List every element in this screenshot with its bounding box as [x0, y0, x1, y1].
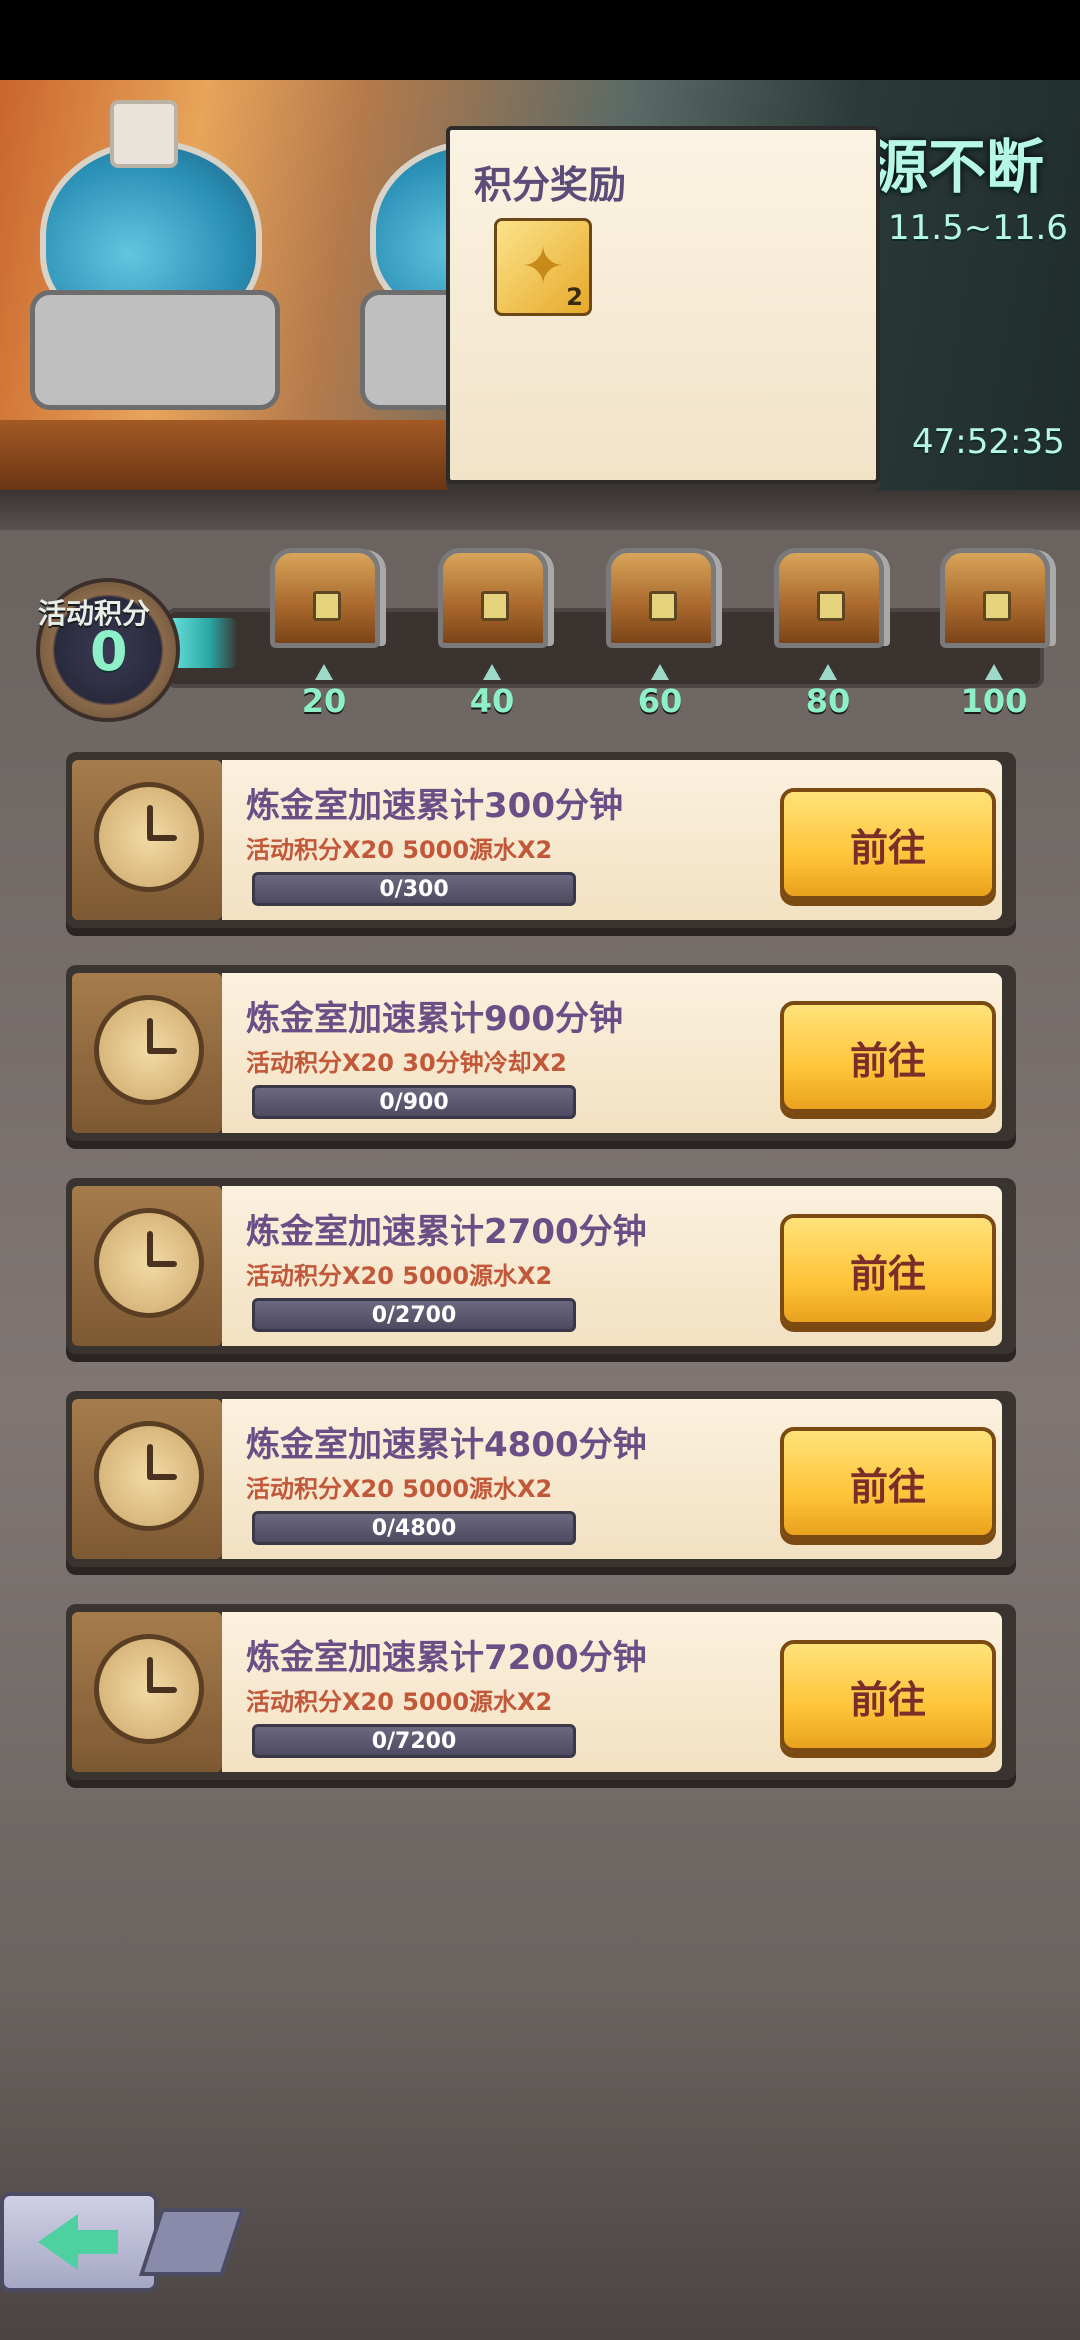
task-body: 炼金室加速累计300分钟 活动积分X20 5000源水X2 0/300 前往 [222, 760, 1002, 920]
task-progress-text: 0/2700 [371, 1303, 457, 1328]
popup-title: 积分奖励 [474, 163, 627, 207]
milestone-marker [315, 664, 333, 680]
clock-icon [94, 1421, 204, 1531]
reward-popup: 积分奖励 ✦ 2 [446, 126, 880, 484]
lock-icon [983, 591, 1011, 621]
milestone-marker [819, 664, 837, 680]
task-title: 炼金室加速累计2700分钟 [246, 1212, 647, 1252]
task-progress-bar: 0/7200 [252, 1724, 576, 1758]
shelf [0, 420, 460, 490]
milestone-marker [985, 664, 1003, 680]
divider [0, 490, 1080, 530]
task-icon-box [72, 1399, 222, 1559]
milestone-marker [483, 664, 501, 680]
task-progress-text: 0/300 [379, 877, 449, 902]
go-button[interactable]: 前往 [780, 1001, 996, 1113]
milestone-marker [651, 664, 669, 680]
clock-icon [94, 1634, 204, 1744]
back-button[interactable] [0, 2192, 158, 2292]
task-progress-bar: 0/4800 [252, 1511, 576, 1545]
back-arrow-icon [38, 2214, 78, 2270]
task-card: 炼金室加速累计4800分钟 活动积分X20 5000源水X2 0/4800 前往 [66, 1391, 1016, 1567]
task-title: 炼金室加速累计300分钟 [246, 786, 623, 826]
go-button[interactable]: 前往 [780, 788, 996, 900]
task-title: 炼金室加速累计7200分钟 [246, 1638, 647, 1678]
clock-icon [94, 995, 204, 1105]
lock-icon [313, 591, 341, 621]
chest-icon[interactable] [606, 548, 716, 648]
milestone-label: 20 [301, 682, 347, 720]
reward-count: 2 [566, 283, 583, 311]
task-progress-bar: 0/2700 [252, 1298, 576, 1332]
lock-icon [817, 591, 845, 621]
chest-icon[interactable] [774, 548, 884, 648]
lock-icon [649, 591, 677, 621]
clock-icon [94, 782, 204, 892]
milestone-label: 100 [960, 682, 1028, 720]
puzzle-piece-icon[interactable]: ✦ 2 [494, 218, 592, 316]
countdown-timer: 47:52:35 [912, 422, 1065, 462]
task-card: 炼金室加速累计2700分钟 活动积分X20 5000源水X2 0/2700 前往 [66, 1178, 1016, 1354]
task-body: 炼金室加速累计4800分钟 活动积分X20 5000源水X2 0/4800 前往 [222, 1399, 1002, 1559]
task-icon-box [72, 1186, 222, 1346]
task-progress-bar: 0/900 [252, 1085, 576, 1119]
banner-title: 源不断 [870, 133, 1045, 201]
task-icon-box [72, 973, 222, 1133]
score-value: 0 [90, 620, 128, 683]
task-reward: 活动积分X20 5000源水X2 [246, 836, 553, 864]
chest-icon[interactable] [940, 548, 1050, 648]
milestone-label: 80 [805, 682, 851, 720]
event-dates: 11.5~11.6 [888, 208, 1068, 248]
back-arrow-tail [74, 2230, 118, 2254]
task-reward: 活动积分X20 5000源水X2 [246, 1262, 553, 1290]
flask-neck [110, 100, 178, 168]
lock-icon [481, 591, 509, 621]
task-reward: 活动积分X20 5000源水X2 [246, 1688, 553, 1716]
task-body: 炼金室加速累计900分钟 活动积分X20 30分钟冷却X2 0/900 前往 [222, 973, 1002, 1133]
task-body: 炼金室加速累计2700分钟 活动积分X20 5000源水X2 0/2700 前往 [222, 1186, 1002, 1346]
chest-icon[interactable] [438, 548, 548, 648]
task-progress-text: 0/4800 [371, 1516, 457, 1541]
task-reward: 活动积分X20 30分钟冷却X2 [246, 1049, 567, 1077]
go-button[interactable]: 前往 [780, 1214, 996, 1326]
task-icon-box [72, 760, 222, 920]
flask-base [30, 290, 280, 410]
clock-icon [94, 1208, 204, 1318]
task-card: 炼金室加速累计7200分钟 活动积分X20 5000源水X2 0/7200 前往 [66, 1604, 1016, 1780]
task-title: 炼金室加速累计4800分钟 [246, 1425, 647, 1465]
milestone-label: 60 [637, 682, 683, 720]
task-progress-bar: 0/300 [252, 872, 576, 906]
task-title: 炼金室加速累计900分钟 [246, 999, 623, 1039]
task-reward: 活动积分X20 5000源水X2 [246, 1475, 553, 1503]
task-progress-text: 0/7200 [371, 1729, 457, 1754]
task-card: 炼金室加速累计900分钟 活动积分X20 30分钟冷却X2 0/900 前往 [66, 965, 1016, 1141]
chest-icon[interactable] [270, 548, 380, 648]
task-icon-box [72, 1612, 222, 1772]
go-button[interactable]: 前往 [780, 1427, 996, 1539]
go-button[interactable]: 前往 [780, 1640, 996, 1752]
status-bar [0, 0, 1080, 80]
task-progress-text: 0/900 [379, 1090, 449, 1115]
milestone-label: 40 [469, 682, 515, 720]
task-body: 炼金室加速累计7200分钟 活动积分X20 5000源水X2 0/7200 前往 [222, 1612, 1002, 1772]
task-card: 炼金室加速累计300分钟 活动积分X20 5000源水X2 0/300 前往 [66, 752, 1016, 928]
